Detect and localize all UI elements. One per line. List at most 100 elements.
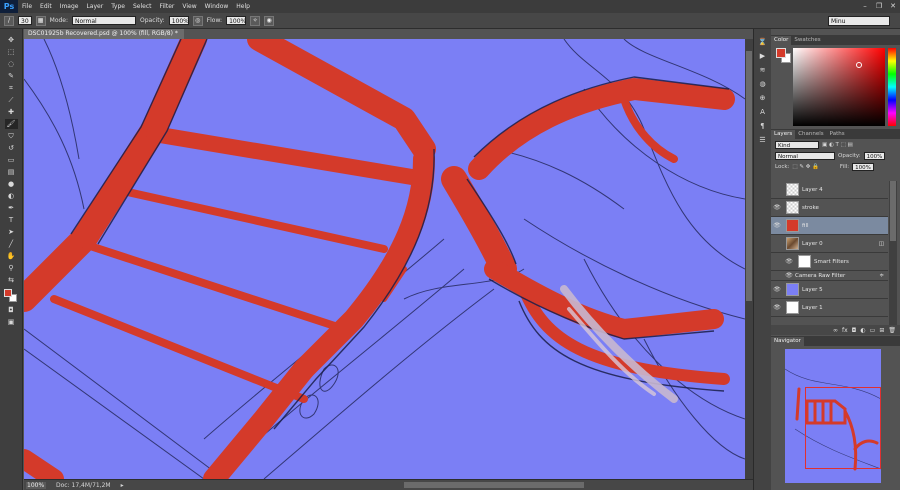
layer-row[interactable]: 👁 stroke: [771, 199, 888, 217]
navigator-view-box[interactable]: [805, 387, 881, 469]
menu-window[interactable]: Window: [201, 3, 233, 10]
horizontal-scroll-thumb[interactable]: [404, 482, 584, 488]
marquee-tool-icon[interactable]: ⬚: [5, 47, 18, 57]
add-mask-icon[interactable]: ◘: [852, 327, 857, 334]
opacity-field[interactable]: 100%: [168, 16, 189, 25]
crop-tool-icon[interactable]: ⌗: [5, 83, 18, 93]
zoom-level-field[interactable]: 100%: [26, 481, 46, 489]
new-layer-icon[interactable]: ⊞: [879, 327, 884, 334]
document-tab[interactable]: DSC01925b Recovered.psd @ 100% (fill, RG…: [24, 29, 184, 47]
eye-icon[interactable]: 👁: [771, 204, 783, 211]
tab-swatches[interactable]: Swatches: [791, 36, 823, 45]
mode-select[interactable]: Normal: [72, 16, 137, 25]
filter-kind-select[interactable]: Kind: [775, 140, 819, 149]
pen-tool-icon[interactable]: ✒: [5, 203, 18, 213]
color-swatches[interactable]: [4, 289, 18, 303]
canvas[interactable]: [24, 39, 745, 479]
color-picker-field[interactable]: [793, 48, 885, 126]
layer-row[interactable]: Layer 4: [771, 181, 888, 199]
tab-channels[interactable]: Channels: [795, 130, 826, 139]
airbrush-icon[interactable]: ✧: [250, 15, 261, 26]
pressure-size-icon[interactable]: ◉: [264, 15, 275, 26]
history-panel-icon[interactable]: ⌛: [757, 37, 769, 47]
layer-opacity-field[interactable]: 100%: [863, 151, 886, 160]
filter-type-icons[interactable]: ▣ ◐ T ⬚ ▤: [822, 142, 853, 148]
flow-field[interactable]: 100%: [226, 16, 246, 25]
close-button[interactable]: ✕: [888, 1, 898, 11]
eye-icon[interactable]: 👁: [783, 258, 795, 265]
eyedropper-tool-icon[interactable]: ⟋: [5, 95, 18, 105]
menu-image[interactable]: Image: [56, 3, 83, 10]
menu-help[interactable]: Help: [232, 3, 254, 10]
layer-row[interactable]: 👁 Layer 1: [771, 299, 888, 317]
tab-paths[interactable]: Paths: [827, 130, 848, 139]
quick-select-tool-icon[interactable]: ✎: [5, 71, 18, 81]
clone-stamp-tool-icon[interactable]: ⛉: [5, 131, 18, 141]
panel-foreground-swatch[interactable]: [776, 48, 786, 58]
eraser-tool-icon[interactable]: ▭: [5, 155, 18, 165]
status-menu-arrow-icon[interactable]: ▸: [121, 482, 124, 489]
fill-field[interactable]: 100%: [852, 162, 874, 171]
tab-navigator[interactable]: Navigator: [771, 337, 804, 346]
shape-tool-icon[interactable]: ╱: [5, 239, 18, 249]
brush-panel-icon[interactable]: ≋: [757, 65, 769, 75]
eye-icon[interactable]: 👁: [783, 272, 795, 279]
eye-icon[interactable]: 👁: [771, 304, 783, 311]
adjustment-layer-icon[interactable]: ◐: [860, 327, 865, 334]
lock-icons[interactable]: ⬚ ✎ ✥ 🔒: [792, 164, 819, 170]
brush-panel-toggle-icon[interactable]: ▦: [35, 15, 46, 26]
gradient-tool-icon[interactable]: ▤: [5, 167, 18, 177]
move-tool-icon[interactable]: ✥: [5, 35, 18, 45]
navigator-preview[interactable]: [785, 349, 881, 483]
eye-icon[interactable]: 👁: [771, 286, 783, 293]
menu-filter[interactable]: Filter: [156, 3, 179, 10]
swap-colors-icon[interactable]: ⇆: [5, 275, 18, 285]
menu-file[interactable]: File: [18, 3, 36, 10]
character-panel-icon[interactable]: A: [757, 107, 769, 117]
smart-filters-row[interactable]: 👁 Smart Filters: [771, 253, 888, 271]
filter-options-icon[interactable]: ≑: [879, 273, 884, 279]
blend-mode-select[interactable]: Normal: [775, 151, 835, 160]
type-tool-icon[interactable]: T: [5, 215, 18, 225]
menu-layer[interactable]: Layer: [82, 3, 107, 10]
menu-type[interactable]: Type: [107, 3, 129, 10]
brush-tool-icon[interactable]: 🖌: [4, 119, 18, 129]
healing-brush-tool-icon[interactable]: ✚: [5, 107, 18, 117]
restore-button[interactable]: ❐: [874, 1, 884, 11]
canvas-vertical-scrollbar[interactable]: [745, 39, 753, 479]
menu-select[interactable]: Select: [129, 3, 156, 10]
pressure-opacity-icon[interactable]: ◎: [192, 15, 203, 26]
brush-size-field[interactable]: 30: [18, 16, 32, 25]
layers-scroll-thumb[interactable]: [890, 181, 896, 241]
tab-color[interactable]: Color: [771, 36, 792, 45]
hue-slider[interactable]: [888, 48, 896, 126]
layer-row[interactable]: 👁 Layer 5: [771, 281, 888, 299]
tab-layers[interactable]: Layers: [771, 130, 796, 139]
workspace-select[interactable]: Minu: [828, 16, 890, 26]
minimize-button[interactable]: –: [860, 1, 870, 11]
eye-icon[interactable]: 👁: [771, 222, 783, 229]
vertical-scroll-thumb[interactable]: [746, 51, 752, 301]
foreground-color-swatch[interactable]: [4, 289, 12, 297]
brush-preset-icon[interactable]: /: [4, 15, 14, 26]
brush-presets-icon[interactable]: ◍: [757, 79, 769, 89]
dodge-tool-icon[interactable]: ◐: [5, 191, 18, 201]
layer-row[interactable]: Layer 0 ◫: [771, 235, 888, 253]
lasso-tool-icon[interactable]: ◌: [5, 59, 18, 69]
history-brush-tool-icon[interactable]: ↺: [5, 143, 18, 153]
layers-scrollbar[interactable]: [889, 181, 897, 325]
menu-view[interactable]: View: [178, 3, 200, 10]
blur-tool-icon[interactable]: ●: [5, 179, 18, 189]
screen-mode-icon[interactable]: ▣: [5, 317, 18, 327]
properties-panel-icon[interactable]: ☰: [757, 135, 769, 145]
hand-tool-icon[interactable]: ✋: [5, 251, 18, 261]
quick-mask-icon[interactable]: ◘: [5, 305, 18, 315]
actions-panel-icon[interactable]: ▶: [757, 51, 769, 61]
layer-row-selected[interactable]: 👁 fill: [771, 217, 888, 235]
menu-edit[interactable]: Edit: [36, 3, 56, 10]
delete-layer-icon[interactable]: 🗑: [888, 327, 896, 334]
layer-style-icon[interactable]: fx: [842, 327, 848, 334]
path-select-tool-icon[interactable]: ➤: [5, 227, 18, 237]
color-picker-marker[interactable]: [856, 62, 862, 68]
filter-row[interactable]: 👁 Camera Raw Filter ≑: [771, 271, 888, 281]
